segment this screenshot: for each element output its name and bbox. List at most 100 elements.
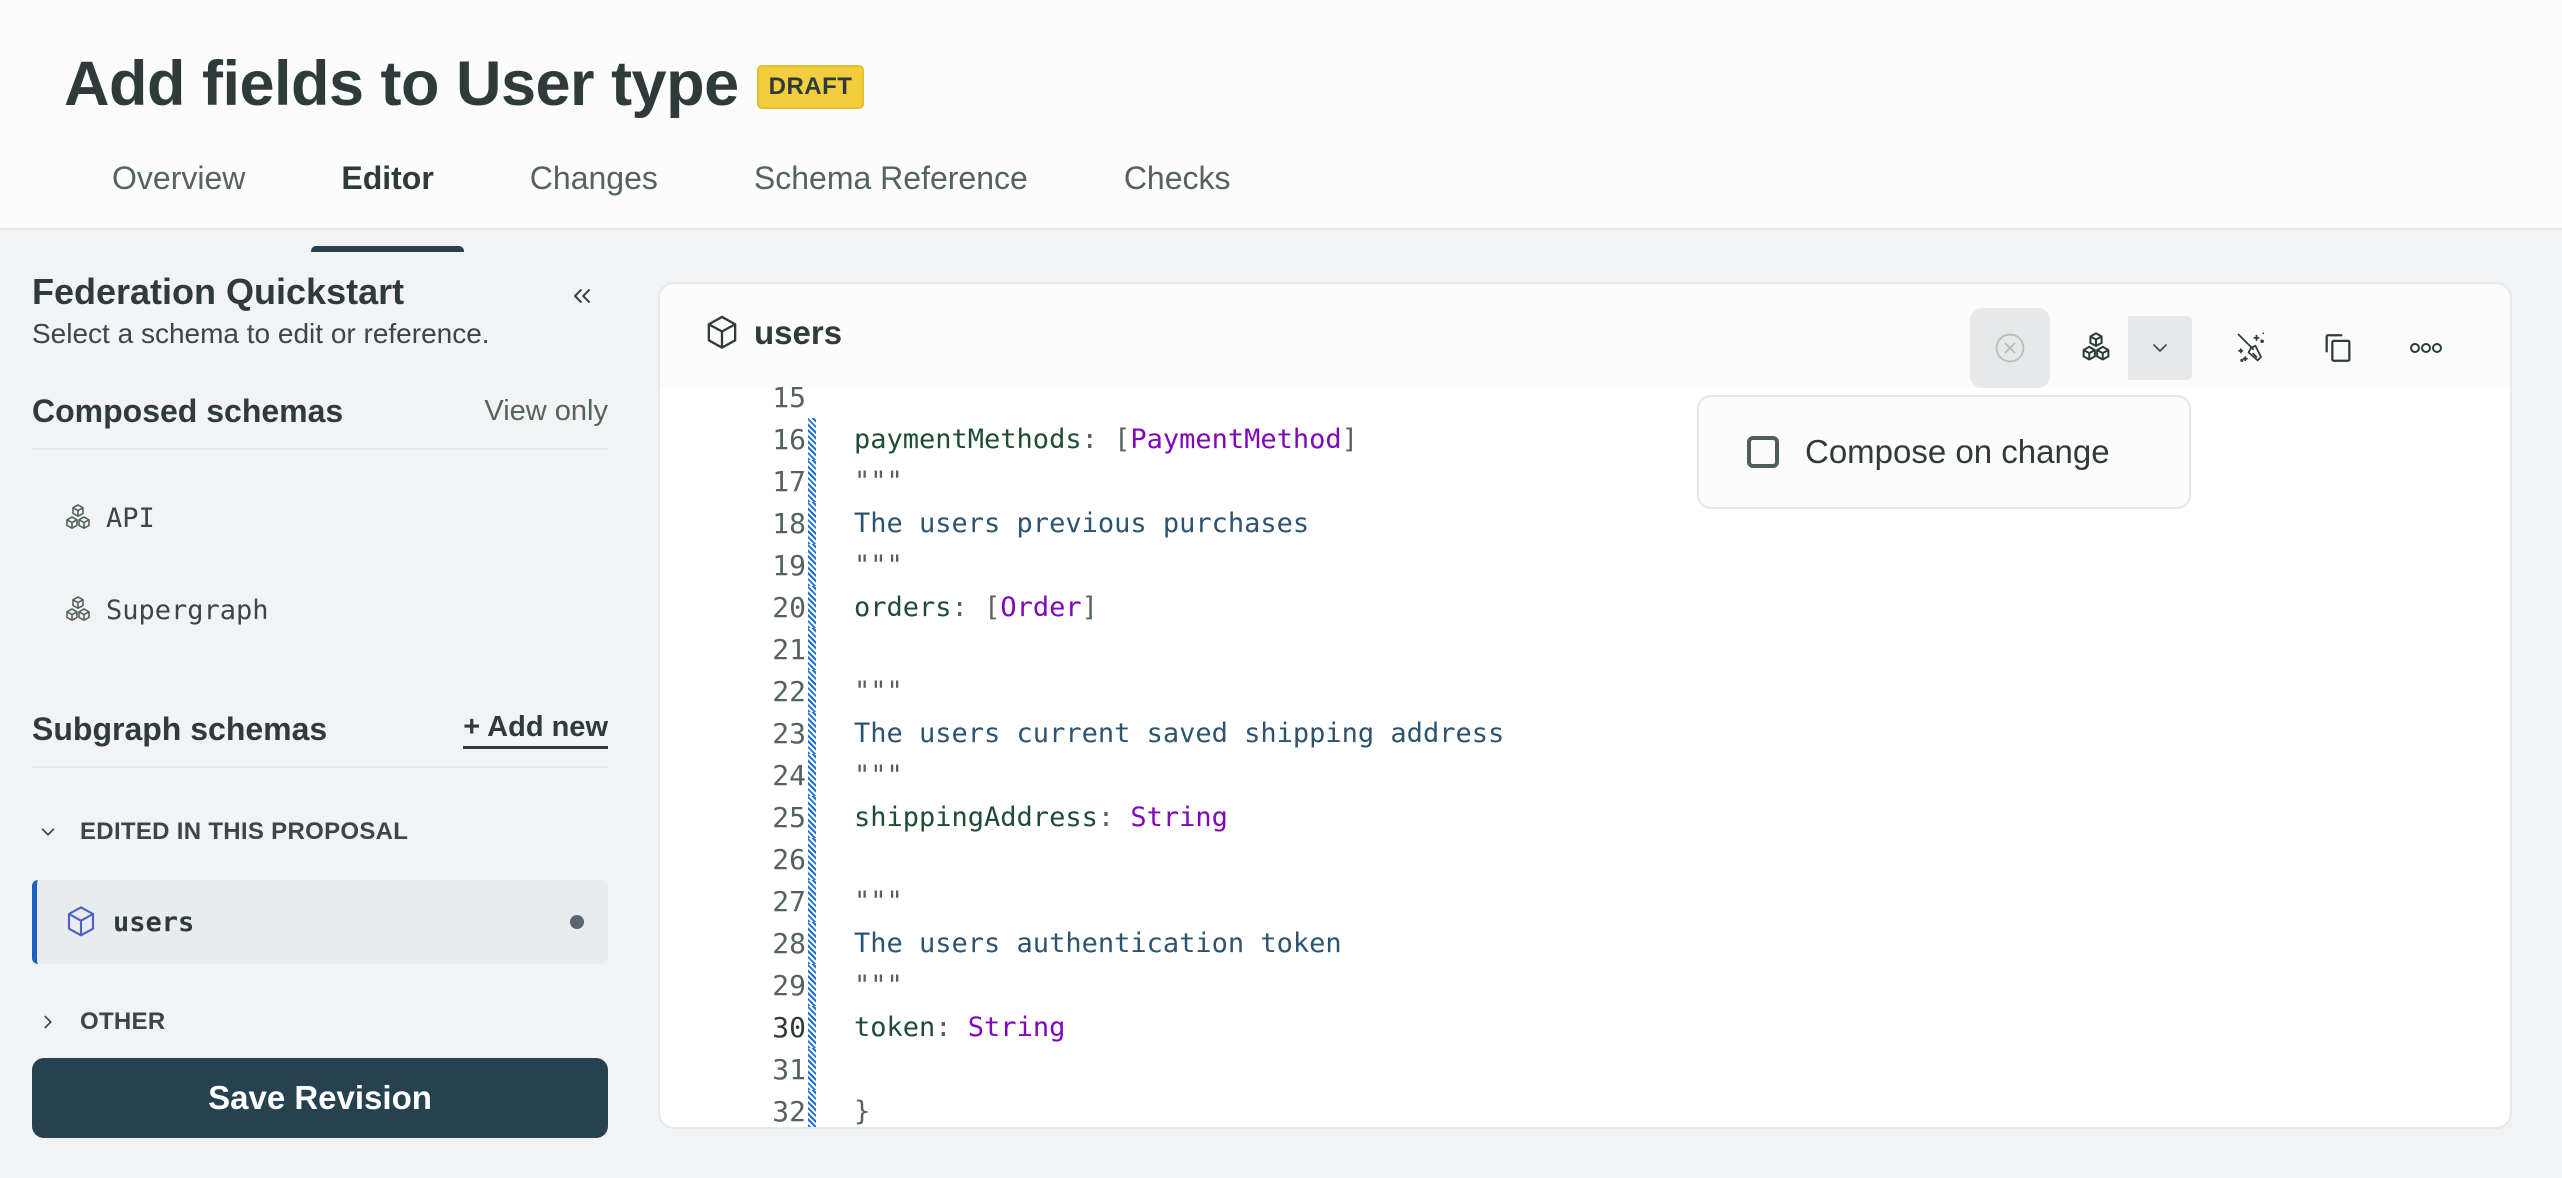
- code-line[interactable]: 32}: [660, 1090, 2510, 1127]
- code-area[interactable]: 15 16 paymentMethods: [PaymentMethod] 17 """…: [660, 381, 2510, 1127]
- schema-editor: users 15 16 paymentMethods: [PaymentMethod…: [658, 282, 2512, 1129]
- line-number: 25: [772, 800, 806, 834]
- code-token: Order: [1000, 591, 1082, 623]
- save-revision-button[interactable]: Save Revision: [32, 1058, 608, 1138]
- code-line[interactable]: 25 shippingAddress: String: [660, 796, 2510, 838]
- add-new-subgraph-link[interactable]: + Add new: [463, 710, 608, 749]
- modified-line-marker: [808, 838, 816, 880]
- compose-on-change-label[interactable]: Compose on change: [1805, 433, 2110, 471]
- ellipsis-icon: [2410, 343, 2442, 353]
- line-number: 27: [772, 884, 806, 918]
- line-number: 29: [772, 968, 806, 1002]
- code-line[interactable]: 27 """: [660, 880, 2510, 922]
- modified-line-marker: [808, 1006, 816, 1048]
- code-line[interactable]: 19 """: [660, 544, 2510, 586]
- line-number: 31: [772, 1052, 806, 1086]
- group-other[interactable]: OTHER: [32, 992, 608, 1052]
- group-label: OTHER: [80, 1008, 166, 1035]
- compose-on-change-checkbox[interactable]: [1747, 436, 1779, 468]
- line-text: """: [854, 970, 903, 1001]
- modified-line-marker: [808, 754, 816, 796]
- code-line[interactable]: 23 The users current saved shipping addre…: [660, 712, 2510, 754]
- code-token: PaymentMethod: [1130, 423, 1342, 455]
- chevron-down-icon: [2153, 344, 2167, 352]
- modified-line-marker: [808, 796, 816, 838]
- code-line[interactable]: 21: [660, 628, 2510, 670]
- line-number: 22: [772, 674, 806, 708]
- line-text: """: [854, 760, 903, 791]
- modified-line-marker: [808, 586, 816, 628]
- code-token: shippingAddress: [854, 801, 1098, 833]
- code-line[interactable]: 29 """: [660, 964, 2510, 1006]
- collapse-sidebar-button[interactable]: [562, 276, 602, 316]
- code-token: paymentMethods: [854, 423, 1082, 455]
- modified-line-marker: [808, 880, 816, 922]
- code-token: """: [854, 465, 903, 497]
- modified-line-marker: [808, 712, 816, 754]
- line-number: 26: [772, 842, 806, 876]
- code-token: """: [854, 549, 903, 581]
- status-badge: DRAFT: [756, 65, 865, 109]
- code-line[interactable]: 16 paymentMethods: [PaymentMethod]: [660, 418, 2510, 460]
- editor-file-title: users: [704, 314, 842, 352]
- code-token: The users authentication token: [854, 927, 1342, 959]
- chevron-down-icon: [32, 816, 64, 848]
- code-token: :: [935, 1011, 968, 1043]
- broom-sparkle-icon: [2237, 332, 2265, 362]
- line-number: 28: [772, 926, 806, 960]
- code-token: :: [1081, 423, 1115, 455]
- tab-overview[interactable]: Overview: [82, 148, 275, 230]
- tab-changes[interactable]: Changes: [500, 148, 688, 230]
- line-text: }: [854, 1096, 870, 1127]
- copy-button[interactable]: [2306, 316, 2370, 380]
- line-number: 19: [772, 548, 806, 582]
- line-number: 17: [772, 464, 806, 498]
- composed-item-api[interactable]: API: [32, 472, 608, 564]
- title-row: Add fields to User type DRAFT: [64, 44, 865, 124]
- graph-title: Federation Quickstart: [32, 271, 405, 312]
- line-number: 30: [772, 1010, 806, 1044]
- tab-editor[interactable]: Editor: [311, 148, 465, 252]
- page-title: Add fields to User type: [64, 49, 739, 119]
- compose-options-dropdown[interactable]: [2128, 316, 2192, 380]
- line-number: 15: [772, 380, 806, 414]
- line-number: 20: [772, 590, 806, 624]
- code-line[interactable]: 18 The users previous purchases: [660, 502, 2510, 544]
- modified-line-marker: [808, 670, 816, 712]
- editor-header: users: [660, 284, 2510, 388]
- cube-icon: [707, 315, 737, 349]
- code-line[interactable]: 15: [660, 376, 2510, 418]
- compose-options-menu: Compose on change: [1697, 395, 2191, 509]
- compose-button[interactable]: [2064, 316, 2128, 380]
- code-line[interactable]: 22 """: [660, 670, 2510, 712]
- tab-schema-reference[interactable]: Schema Reference: [724, 148, 1058, 230]
- code-token: }: [854, 1095, 871, 1127]
- code-line[interactable]: 20 orders: [Order]: [660, 586, 2510, 628]
- unsaved-changes-dot: [570, 915, 584, 929]
- code-token: String: [967, 1011, 1066, 1043]
- code-line[interactable]: 30 token: String: [660, 1006, 2510, 1048]
- subgraph-item-users[interactable]: users: [32, 880, 608, 964]
- composed-item-label: Supergraph: [106, 594, 269, 626]
- code-line[interactable]: 26: [660, 838, 2510, 880]
- code-token: :: [1097, 801, 1131, 833]
- line-text: The users previous purchases: [854, 508, 1309, 539]
- group-edited-in-proposal[interactable]: EDITED IN THIS PROPOSAL: [32, 802, 608, 862]
- code-line[interactable]: 17 """: [660, 460, 2510, 502]
- line-text: The users current saved shipping address: [854, 718, 1504, 749]
- code-token: The users current saved shipping address: [854, 717, 1505, 749]
- code-token: token: [854, 1011, 936, 1043]
- more-options-button[interactable]: [2394, 316, 2458, 380]
- line-text: orders: [Order]: [854, 592, 1098, 623]
- line-text: """: [854, 550, 903, 581]
- code-line[interactable]: 24 """: [660, 754, 2510, 796]
- modified-line-marker: [808, 628, 816, 670]
- tab-checks[interactable]: Checks: [1094, 148, 1261, 230]
- cubes-icon: [2082, 332, 2110, 361]
- code-line[interactable]: 31: [660, 1048, 2510, 1090]
- code-line[interactable]: 28 The users authentication token: [660, 922, 2510, 964]
- line-text: """: [854, 466, 903, 497]
- line-text: token: String: [854, 1012, 1065, 1043]
- composed-item-supergraph[interactable]: Supergraph: [32, 564, 608, 656]
- prettify-button[interactable]: [2220, 316, 2284, 380]
